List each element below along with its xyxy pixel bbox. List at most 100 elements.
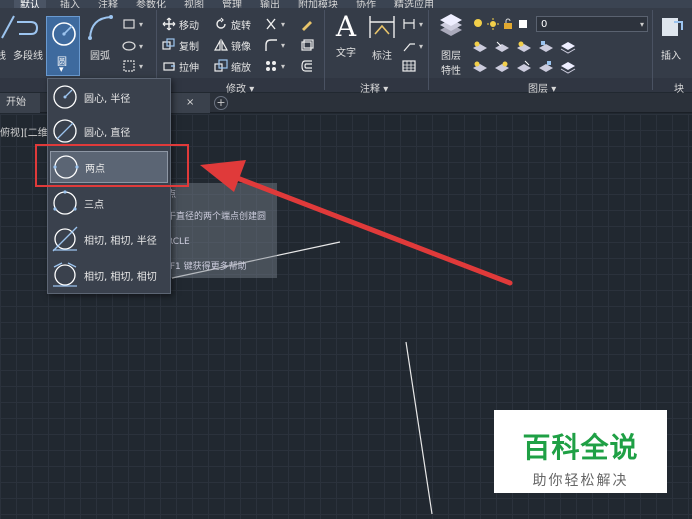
line-tool[interactable]: 线 <box>0 12 15 62</box>
layer-dropdown[interactable]: 0 ▾ <box>536 16 648 32</box>
panel-separator <box>324 10 325 90</box>
pencil-icon <box>302 21 312 31</box>
mirror-icon <box>214 38 228 51</box>
panel-separator <box>652 10 653 90</box>
circle-center-diameter-icon <box>53 119 77 143</box>
text-tool[interactable]: A 文字 <box>330 10 362 60</box>
fillet-tool[interactable]: ▾ <box>264 37 285 53</box>
move-tool[interactable]: 移动 <box>162 16 199 32</box>
erase-tool[interactable] <box>300 16 314 32</box>
rectangle-tool[interactable]: ▾ <box>122 16 143 32</box>
menu-tab-strip: 默认 插入 注释 参数化 视图 管理 输出 附加模块 协作 精选应用 <box>0 0 692 8</box>
dimension-icon <box>369 16 395 38</box>
layer-tool-icon[interactable] <box>472 40 488 54</box>
lock-icon[interactable] <box>502 18 514 30</box>
trim-tool[interactable]: ▾ <box>264 16 285 32</box>
menu-item-tan-tan-radius[interactable]: 相切, 相切, 半径 <box>50 223 168 255</box>
layer-tool-icon[interactable] <box>538 40 554 54</box>
hatch-tool[interactable]: ▾ <box>122 38 143 54</box>
menu-item-center-diameter[interactable]: 圆心, 直径 <box>50 115 168 147</box>
menu-tab-annotate[interactable]: 注释 <box>98 0 118 8</box>
copy-icon <box>162 38 175 50</box>
close-tab-icon[interactable]: × <box>186 93 194 113</box>
menu-tab-featured[interactable]: 精选应用 <box>394 0 434 8</box>
color-square-icon[interactable] <box>517 18 529 30</box>
hatch-caret-icon: ▾ <box>139 41 144 51</box>
menu-item-center-radius[interactable]: 圆心, 半径 <box>50 81 168 113</box>
layer-properties-icon <box>440 14 462 36</box>
layer-tool-icon[interactable] <box>472 60 488 74</box>
arc-tool[interactable]: 圆弧 <box>84 12 116 62</box>
sun-icon[interactable] <box>487 18 499 30</box>
viewport-label[interactable]: 俯视][二维 <box>0 124 48 139</box>
layer-tool-icon[interactable] <box>560 40 576 54</box>
layer-tool-icon[interactable] <box>494 40 510 54</box>
menu-tab-collaborate[interactable]: 协作 <box>356 0 376 8</box>
region-tool[interactable]: ▾ <box>122 58 143 74</box>
stretch-tool[interactable]: 拉伸 <box>162 58 199 74</box>
drawing-tab[interactable]: × <box>170 93 210 113</box>
layer-dropdown-caret-icon: ▾ <box>639 19 644 29</box>
menu-tab-addins[interactable]: 附加模块 <box>298 0 338 8</box>
menu-tab-manage[interactable]: 管理 <box>222 0 242 8</box>
layer-properties-tool[interactable]: 图层 特性 <box>434 12 468 77</box>
circle-ttt-icon <box>53 262 77 287</box>
circle-button[interactable]: 圆 ▾ <box>46 16 80 76</box>
move-icon <box>162 17 176 31</box>
layer-properties-label-1: 图层 <box>441 51 461 62</box>
dimension-tool[interactable]: 标注 <box>366 12 398 62</box>
insert-block-tool[interactable]: 插入 <box>656 12 686 62</box>
drawn-line[interactable] <box>405 341 433 515</box>
tooltip-description: 基于直径的两个端点创建圆 <box>158 212 267 222</box>
dimension-label: 标注 <box>372 51 392 62</box>
menu-tab-output[interactable]: 输出 <box>260 0 280 8</box>
layer-properties-label-2: 特性 <box>441 66 461 77</box>
rotate-tool[interactable]: 旋转 <box>214 16 251 32</box>
fillet-caret-icon: ▾ <box>281 40 286 50</box>
leader-tool[interactable]: ▾ <box>402 38 423 54</box>
explode-icon <box>266 61 276 71</box>
linear-dim-tool[interactable]: ▾ <box>402 16 423 32</box>
stretch-icon <box>163 62 175 71</box>
fillet-icon <box>265 39 277 51</box>
move-label: 移动 <box>179 20 199 32</box>
leader-icon <box>403 43 415 52</box>
menu-item-three-point[interactable]: 三点 <box>50 187 168 219</box>
array-tool[interactable] <box>300 37 314 53</box>
mirror-tool[interactable]: 镜像 <box>214 37 251 53</box>
circle-three-point-icon <box>53 190 77 215</box>
menu-tab-insert[interactable]: 插入 <box>60 0 80 8</box>
hatch-icon <box>122 41 136 51</box>
polyline-tool[interactable]: 多段线 <box>12 12 44 62</box>
layer-tool-icon[interactable] <box>494 60 510 74</box>
arc-label: 圆弧 <box>90 51 110 62</box>
menu-tab-home[interactable]: 默认 <box>14 0 46 8</box>
start-tab[interactable]: 开始 <box>0 93 40 113</box>
lightbulb-icon[interactable] <box>472 18 484 30</box>
menu-item-label: 相切, 相切, 半径 <box>84 235 157 247</box>
menu-tab-parametric[interactable]: 参数化 <box>136 0 166 8</box>
tooltip-help: 按 F1 键获得更多帮助 <box>158 262 247 272</box>
layer-tool-icon[interactable] <box>516 40 532 54</box>
offset-tool[interactable] <box>300 58 314 74</box>
table-tool[interactable] <box>402 58 416 74</box>
trim-icon <box>266 18 276 30</box>
array-icon <box>301 39 314 51</box>
layer-tool-icon[interactable] <box>560 60 576 74</box>
scale-tool[interactable]: 缩放 <box>214 58 251 74</box>
text-icon: A <box>335 10 357 43</box>
copy-tool[interactable]: 复制 <box>162 37 199 53</box>
explode-tool[interactable]: ▾ <box>264 58 285 74</box>
menu-tab-view[interactable]: 视图 <box>184 0 204 8</box>
circle-dropdown-caret-icon[interactable]: ▾ <box>59 65 64 75</box>
linear-dimension-icon <box>403 19 415 29</box>
rotate-label: 旋转 <box>231 20 251 32</box>
layer-tool-icon[interactable] <box>538 60 554 74</box>
menu-item-label: 圆心, 半径 <box>84 93 131 105</box>
rectangle-caret-icon: ▾ <box>139 19 144 29</box>
leader-caret-icon: ▾ <box>419 41 424 51</box>
layer-tool-icon[interactable] <box>516 60 532 74</box>
menu-item-tan-tan-tan[interactable]: 相切, 相切, 相切 <box>50 259 168 291</box>
new-tab-icon[interactable]: + <box>214 96 228 110</box>
menu-item-label: 圆心, 直径 <box>84 127 131 139</box>
